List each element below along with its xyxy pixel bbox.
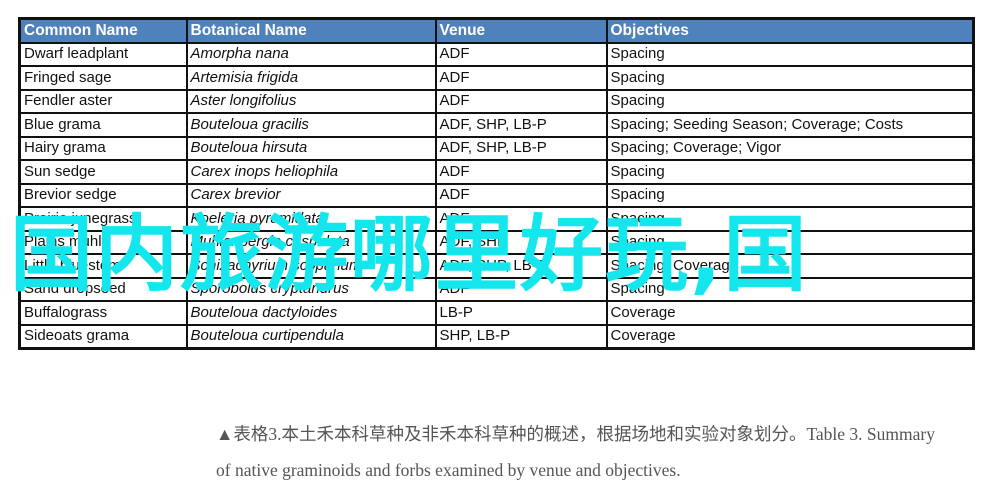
table-row: Fendler aster Aster longifolius ADF Spacing	[18, 88, 975, 114]
cell-botanical-name: Carex brevior	[185, 182, 437, 208]
cell-common-name: Dwarf leadplant	[18, 41, 188, 67]
cell-objectives: Spacing	[605, 88, 975, 114]
cell-objectives: Coverage	[605, 323, 975, 350]
cell-venue: ADF	[434, 65, 608, 91]
cell-botanical-name: Bouteloua gracilis	[185, 112, 437, 138]
cell-common-name: Brevior sedge	[18, 182, 188, 208]
cell-botanical-name: Carex inops heliophila	[185, 159, 437, 185]
cell-venue: SHP, LB-P	[434, 323, 608, 350]
cell-objectives: Spacing	[605, 41, 975, 67]
cell-common-name: Sun sedge	[18, 159, 188, 185]
cell-common-name: Sideoats grama	[18, 323, 188, 350]
cell-botanical-name: Bouteloua hirsuta	[185, 135, 437, 161]
table-header-row: Common Name Botanical Name Venue Objecti…	[18, 17, 975, 44]
cell-botanical-name: Amorpha nana	[185, 41, 437, 67]
caption-line-2: of native graminoids and forbs examined …	[216, 460, 681, 480]
table-row: Hairy grama Bouteloua hirsuta ADF, SHP, LB…	[18, 135, 975, 161]
table-row: Sideoats grama Bouteloua curtipendula SHP,…	[18, 323, 975, 350]
cell-botanical-name: Artemisia frigida	[185, 65, 437, 91]
header-common-name: Common Name	[18, 17, 188, 44]
table-row: Brevior sedge Carex brevior ADF Spacing	[18, 182, 975, 208]
cell-venue: ADF, SHP, LB-P	[434, 112, 608, 138]
table-row: Sun sedge Carex inops heliophila ADF Spacin…	[18, 159, 975, 185]
cell-botanical-name: Bouteloua curtipendula	[185, 323, 437, 350]
watermark-overlay-text: 国内旅游哪里好玩,国	[10, 206, 809, 303]
cell-botanical-name: Aster longifolius	[185, 88, 437, 114]
header-venue: Venue	[434, 17, 608, 44]
cell-objectives: Spacing; Seeding Season; Coverage; Costs	[605, 112, 975, 138]
cell-venue: ADF	[434, 182, 608, 208]
cell-venue: ADF, SHP, LB-P	[434, 135, 608, 161]
cell-objectives: Spacing; Coverage; Vigor	[605, 135, 975, 161]
cell-venue: ADF	[434, 88, 608, 114]
table-row: Blue grama Bouteloua gracilis ADF, SHP, LB…	[18, 112, 975, 138]
caption-line-1: ▲表格3.本土禾本科草种及非禾本科草种的概述，根据场地和实验对象划分。Table…	[216, 424, 935, 444]
cell-common-name: Blue grama	[18, 112, 188, 138]
cell-common-name: Fendler aster	[18, 88, 188, 114]
cell-objectives: Spacing	[605, 65, 975, 91]
table-row: Fringed sage Artemisia frigida ADF Spacing	[18, 65, 975, 91]
cell-venue: ADF	[434, 41, 608, 67]
cell-common-name: Hairy grama	[18, 135, 188, 161]
table-caption: ▲表格3.本土禾本科草种及非禾本科草种的概述，根据场地和实验对象划分。Table…	[216, 416, 986, 488]
header-objectives: Objectives	[605, 17, 975, 44]
cell-common-name: Fringed sage	[18, 65, 188, 91]
cell-objectives: Spacing	[605, 182, 975, 208]
cell-objectives: Spacing	[605, 159, 975, 185]
cell-venue: ADF	[434, 159, 608, 185]
table-row: Dwarf leadplant Amorpha nana ADF Spacing	[18, 41, 975, 67]
header-botanical-name: Botanical Name	[185, 17, 437, 44]
